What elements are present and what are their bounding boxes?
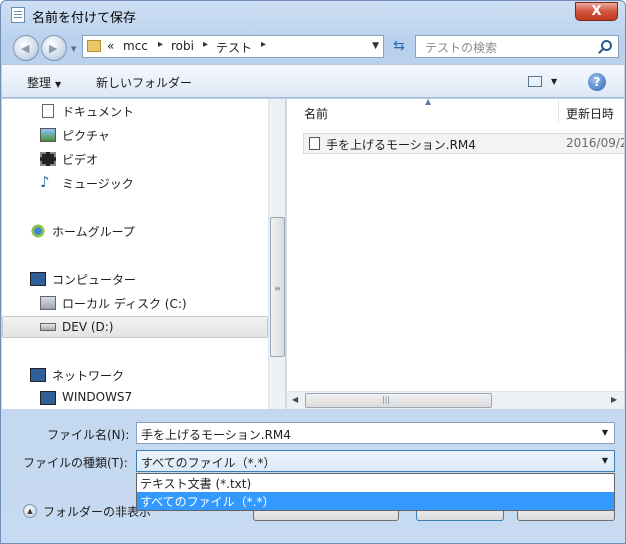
sidebar-item-computer[interactable]: コンピューター	[2, 268, 268, 290]
save-as-dialog: 名前を付けて保存 X ◀ ▶ ▼ « mcc ▸ robi ▸ テスト ▸ ▼ …	[0, 0, 626, 544]
command-bar: 整理 ▼ 新しいフォルダー ▼ ?	[2, 64, 624, 98]
hard-drive-icon	[40, 296, 56, 310]
search-box[interactable]: テストの検索	[415, 35, 619, 58]
navigation-pane: ドキュメント ピクチャ ビデオ ♪ ミュージック ホームグループ コンピューター…	[2, 99, 268, 409]
sidebar-item-label: ピクチャ	[62, 129, 110, 143]
dialog-title: 名前を付けて保存	[32, 11, 137, 26]
chevron-down-icon: ▼	[55, 80, 62, 89]
drive-icon	[40, 323, 56, 331]
grip-icon: ≡	[274, 284, 281, 293]
sidebar-item-label: ビデオ	[62, 153, 99, 167]
sidebar-item-network[interactable]: ネットワーク	[2, 364, 268, 386]
title-bar: 名前を付けて保存 X	[1, 1, 625, 31]
filename-value: 手を上げるモーション.RM4	[141, 428, 291, 442]
column-header-name[interactable]: 名前	[304, 105, 328, 122]
column-header-date[interactable]: 更新日時	[566, 105, 614, 122]
chevron-down-icon[interactable]: ▼	[602, 428, 608, 437]
sort-ascending-icon: ▲	[425, 99, 432, 106]
scrollbar-thumb[interactable]: |||	[305, 393, 492, 408]
sidebar-item-label: コンピューター	[52, 273, 137, 287]
sidebar-item-label: ローカル ディスク (C:)	[62, 297, 187, 311]
breadcrumb-separator-icon[interactable]: ▸	[158, 39, 163, 50]
file-row[interactable]: 手を上げるモーション.RM4 2016/09/2	[303, 133, 624, 154]
recent-pages-dropdown-icon[interactable]: ▼	[71, 45, 76, 53]
filetype-select[interactable]: すべてのファイル（*.*） ▼	[136, 450, 615, 472]
sidebar-item-drive-d[interactable]: DEV (D:)	[2, 316, 268, 338]
address-dropdown-icon[interactable]: ▼	[372, 41, 379, 51]
homegroup-icon	[30, 224, 46, 238]
grip-icon: |||	[382, 395, 391, 404]
file-list-scrollbar[interactable]: ◀ ||| ▶	[287, 391, 624, 409]
search-placeholder: テストの検索	[425, 41, 498, 55]
sidebar-item-music[interactable]: ♪ ミュージック	[2, 172, 268, 194]
address-bar[interactable]: « mcc ▸ robi ▸ テスト ▸ ▼	[82, 35, 384, 58]
dropdown-option-txt[interactable]: テキスト文書 (*.txt)	[137, 474, 614, 492]
navigation-scrollbar[interactable]: ≡	[268, 99, 285, 409]
view-options-dropdown-icon[interactable]: ▼	[551, 77, 557, 86]
sidebar-item-documents[interactable]: ドキュメント	[2, 100, 268, 122]
new-folder-button[interactable]: 新しいフォルダー	[96, 74, 192, 91]
column-divider[interactable]	[558, 99, 559, 123]
filename-input[interactable]: 手を上げるモーション.RM4 ▼	[136, 422, 615, 444]
folder-icon	[87, 40, 101, 52]
filetype-dropdown-list: テキスト文書 (*.txt) すべてのファイル（*.*）	[136, 473, 615, 511]
chevron-down-icon[interactable]: ▼	[602, 456, 608, 465]
scrollbar-thumb[interactable]: ≡	[270, 217, 285, 357]
close-button[interactable]: X	[575, 2, 618, 21]
sidebar-item-label: WINDOWS7	[62, 390, 133, 404]
organize-label: 整理	[27, 76, 52, 90]
refresh-button[interactable]: ⇆	[387, 35, 411, 58]
change-view-icon[interactable]	[528, 76, 542, 87]
refresh-icon: ⇆	[393, 38, 405, 54]
scroll-left-icon[interactable]: ◀	[292, 395, 298, 404]
video-icon	[40, 152, 56, 166]
sidebar-item-label: ミュージック	[62, 177, 134, 191]
sidebar-item-label: DEV (D:)	[62, 320, 114, 334]
document-icon	[11, 7, 25, 23]
option-label: すべてのファイル（*.*）	[140, 495, 275, 509]
breadcrumb-mcc[interactable]: mcc	[123, 39, 148, 53]
hide-folders-label: フォルダーの非表示	[43, 505, 152, 519]
file-icon	[309, 137, 320, 150]
filetype-label: ファイルの種類(T):	[23, 456, 128, 470]
organize-button[interactable]: 整理 ▼	[27, 74, 61, 91]
back-arrow-icon: ◀	[21, 42, 30, 55]
column-headers: ▲ 名前 更新日時	[287, 99, 624, 123]
file-list-pane: ▲ 名前 更新日時 手を上げるモーション.RM4 2016/09/2 ◀ |||…	[286, 99, 624, 409]
document-icon	[42, 104, 54, 118]
back-button[interactable]: ◀	[13, 35, 39, 61]
option-label: テキスト文書 (*.txt)	[140, 477, 252, 491]
network-icon	[30, 368, 46, 382]
chevron-up-icon: ▲	[23, 504, 37, 518]
file-date: 2016/09/2	[566, 136, 624, 150]
sidebar-item-windows7[interactable]: WINDOWS7	[2, 387, 268, 409]
scroll-right-icon[interactable]: ▶	[611, 395, 617, 404]
filename-label: ファイル名(N):	[47, 428, 130, 442]
sidebar-item-label: ホームグループ	[52, 225, 135, 239]
help-icon[interactable]: ?	[588, 73, 606, 91]
sidebar-item-drive-c[interactable]: ローカル ディスク (C:)	[2, 292, 268, 314]
sidebar-item-pictures[interactable]: ピクチャ	[2, 124, 268, 146]
pictures-icon	[40, 128, 56, 142]
computer-icon	[30, 272, 46, 286]
sidebar-item-label: ドキュメント	[62, 105, 135, 119]
breadcrumb-separator-icon[interactable]: ▸	[203, 39, 208, 50]
breadcrumb-test[interactable]: テスト	[216, 39, 252, 56]
forward-arrow-icon: ▶	[49, 42, 58, 55]
breadcrumb-overflow[interactable]: «	[107, 39, 114, 53]
forward-button[interactable]: ▶	[41, 35, 67, 61]
music-icon: ♪	[40, 173, 50, 191]
search-icon[interactable]	[601, 40, 612, 51]
sidebar-item-videos[interactable]: ビデオ	[2, 148, 268, 170]
sidebar-item-homegroup[interactable]: ホームグループ	[2, 220, 268, 242]
file-name: 手を上げるモーション.RM4	[326, 138, 476, 152]
sidebar-item-label: ネットワーク	[52, 369, 125, 383]
breadcrumb-robi[interactable]: robi	[171, 39, 194, 53]
dropdown-option-all-files[interactable]: すべてのファイル（*.*）	[137, 492, 614, 510]
computer-icon	[40, 391, 56, 405]
breadcrumb-separator-icon[interactable]: ▸	[261, 39, 266, 50]
filetype-value: すべてのファイル（*.*）	[141, 456, 276, 470]
